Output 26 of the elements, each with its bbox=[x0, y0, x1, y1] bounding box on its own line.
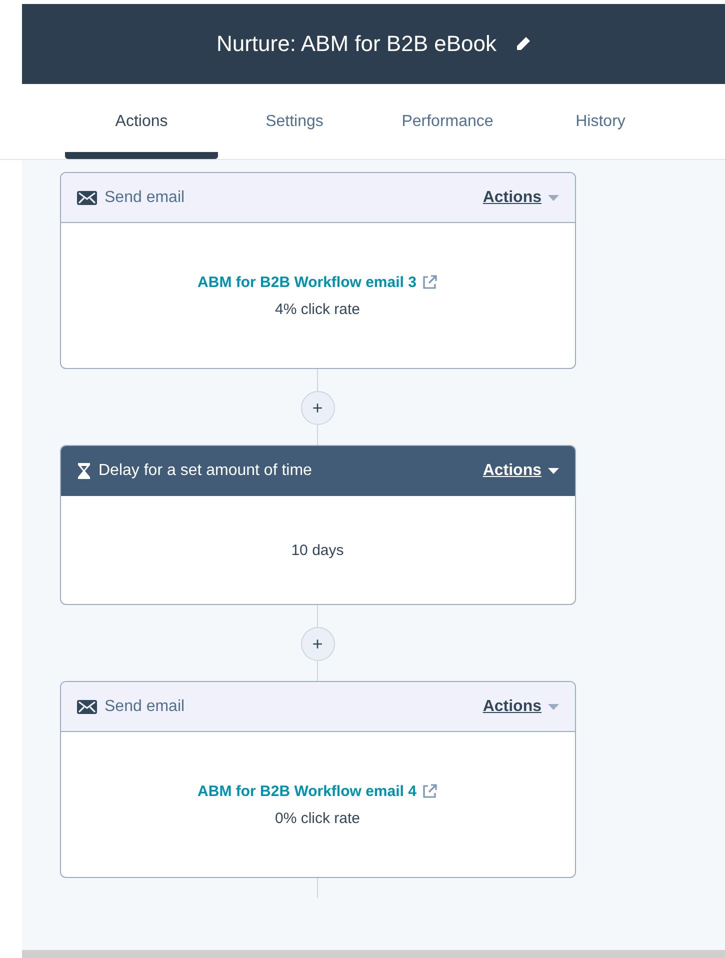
hourglass-icon bbox=[76, 462, 90, 480]
actions-dropdown[interactable]: Actions bbox=[482, 462, 558, 480]
pencil-icon[interactable] bbox=[514, 36, 531, 52]
tab[interactable]: History bbox=[524, 84, 677, 159]
caret-icon bbox=[548, 704, 558, 710]
add-step-button[interactable]: + bbox=[300, 627, 334, 661]
email-link[interactable]: ABM for B2B Workflow email 3 bbox=[198, 274, 438, 290]
step-detail: 4% click rate bbox=[274, 300, 360, 318]
step-detail: 10 days bbox=[291, 542, 344, 558]
actions-dropdown[interactable]: Actions bbox=[482, 188, 558, 206]
envelope-icon bbox=[76, 190, 96, 204]
actions-dropdown[interactable]: Actions bbox=[482, 698, 558, 716]
step-detail: 0% click rate bbox=[274, 810, 360, 826]
email-link[interactable]: ABM for B2B Workflow email 4 bbox=[198, 782, 438, 800]
tab[interactable]: Settings bbox=[218, 84, 371, 159]
step-title: Delay for a set amount of time bbox=[98, 462, 313, 480]
add-step-button[interactable]: + bbox=[300, 391, 334, 425]
caret-icon bbox=[548, 194, 558, 200]
step-title: Send email bbox=[104, 188, 186, 206]
external-link-icon[interactable] bbox=[422, 784, 438, 798]
external-link-icon[interactable] bbox=[422, 274, 438, 290]
tab[interactable]: Performance bbox=[371, 84, 524, 159]
caret-icon bbox=[548, 468, 558, 474]
step-title: Send email bbox=[104, 698, 186, 716]
envelope-icon bbox=[76, 700, 96, 714]
workflow-title: Nurture: ABM for B2B eBook bbox=[216, 31, 497, 57]
